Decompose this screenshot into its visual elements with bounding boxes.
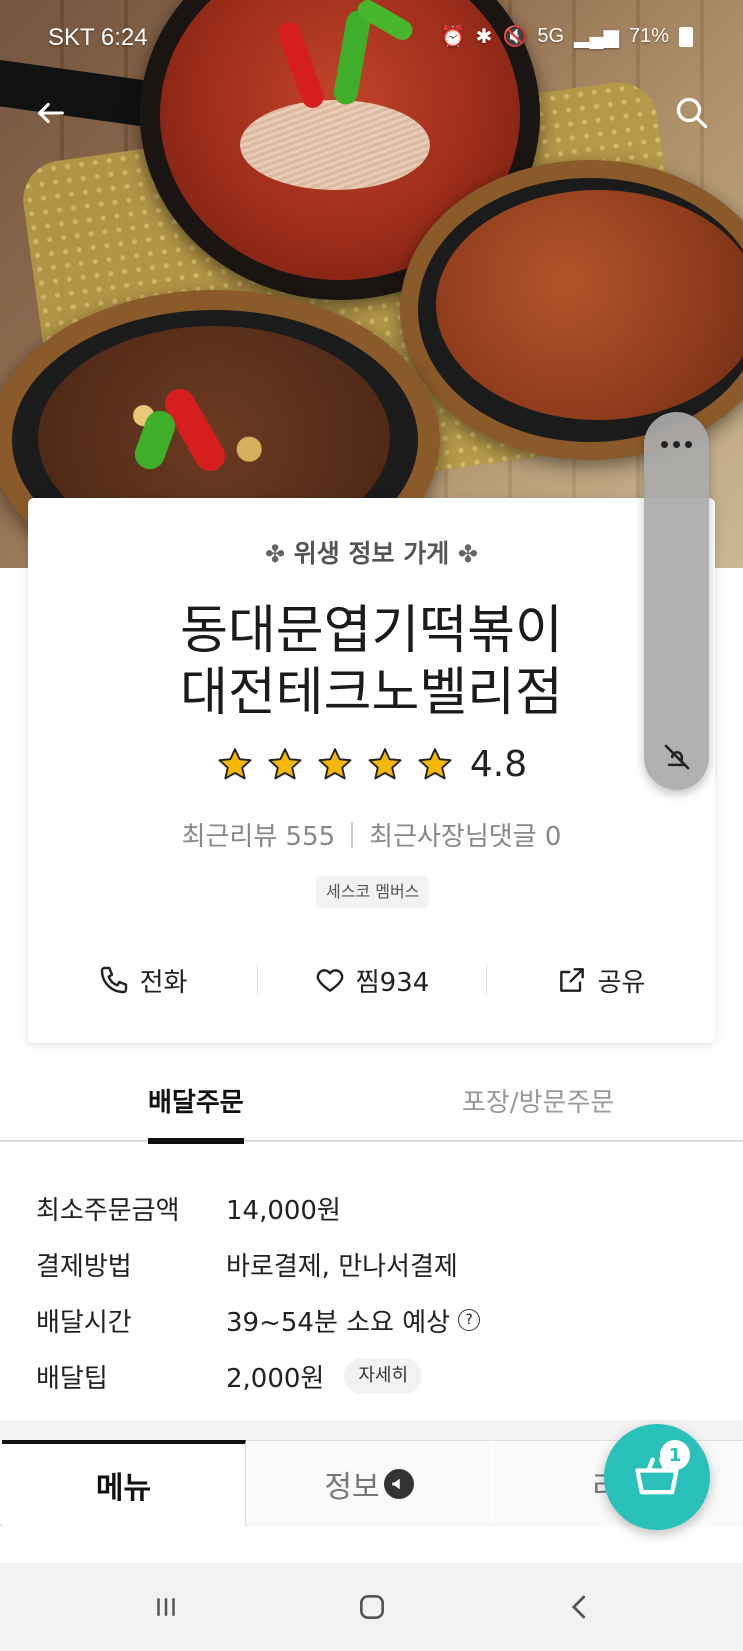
- battery-icon: [679, 26, 693, 47]
- store-name: 동대문엽기떡볶이 대전테크노벨리점: [28, 600, 715, 724]
- hygiene-label: 위생 정보 가게: [293, 539, 450, 568]
- info-label: 배달시간: [36, 1307, 132, 1338]
- network-label: 5G: [537, 25, 565, 47]
- bluetooth-icon: ✱: [475, 26, 493, 48]
- info-label: 결제방법: [36, 1251, 132, 1282]
- call-button[interactable]: 전화: [28, 938, 257, 1022]
- call-label: 전화: [139, 967, 188, 998]
- tab-info-label: 정보: [324, 1469, 380, 1505]
- star-icon: [318, 747, 352, 779]
- info-row-delivery-time: 배달시간 39~54분 소요 예상 ?: [36, 1292, 716, 1348]
- mute-icon[interactable]: [658, 738, 696, 776]
- recent-reviews-link[interactable]: 최근리뷰 555: [182, 816, 336, 853]
- megaphone-icon: [383, 1468, 414, 1499]
- info-row-delivery-tip: 배달팁 2,000원 자세히: [36, 1348, 716, 1404]
- chevron-left-icon: [571, 1595, 586, 1619]
- mute-icon: 🔇: [502, 26, 528, 48]
- info-row-min-order: 최소주문금액 14,000원: [36, 1180, 716, 1236]
- cesco-badge: 세스코 멤버스: [316, 876, 430, 908]
- system-navbar: [0, 1563, 743, 1651]
- share-icon: [559, 968, 584, 992]
- rating-stars: [216, 746, 454, 784]
- search-button[interactable]: [669, 90, 715, 136]
- store-info-card: ✤ 위생 정보 가게 ✤ 동대문엽기떡볶이 대전테크노벨리점 4.8 최근리뷰 …: [28, 498, 715, 1043]
- battery-label: 71%: [628, 25, 669, 47]
- system-back-button[interactable]: [560, 1587, 600, 1627]
- sparkle-icon: ✤: [264, 540, 286, 568]
- status-icons: ⏰ ✱ 🔇 5G ▂▄▆ 71%: [441, 24, 693, 49]
- cart-button[interactable]: 1: [604, 1424, 710, 1530]
- home-button[interactable]: [352, 1587, 392, 1627]
- alarm-icon: ⏰: [440, 26, 466, 48]
- status-bar: SKT 6:24 ⏰ ✱ 🔇 5G ▂▄▆ 71%: [0, 20, 743, 56]
- tab-info[interactable]: 정보: [247, 1440, 491, 1526]
- share-button[interactable]: 공유: [486, 938, 715, 1022]
- star-icon: [368, 747, 402, 779]
- store-name-line1: 동대문엽기떡볶이: [180, 601, 563, 661]
- tab-delivery[interactable]: 배달주문: [148, 1080, 244, 1144]
- star-icon: [418, 747, 452, 779]
- arrow-left-icon: [38, 102, 64, 124]
- rating-score: 4.8: [469, 744, 528, 785]
- recent-apps-button[interactable]: [146, 1587, 186, 1627]
- info-value: 2,000원: [226, 1363, 325, 1394]
- help-icon[interactable]: ?: [458, 1309, 481, 1331]
- store-rating[interactable]: 4.8: [28, 744, 715, 785]
- tip-detail-button[interactable]: 자세히: [344, 1358, 423, 1394]
- cart-count: 1: [660, 1440, 690, 1470]
- order-type-tabs: 배달주문 포장/방문주문: [0, 1080, 743, 1144]
- tab-menu[interactable]: 메뉴: [2, 1440, 246, 1526]
- star-icon: [268, 747, 302, 779]
- tab-pickup[interactable]: 포장/방문주문: [462, 1080, 614, 1142]
- info-value: 바로결제, 만나서결제: [226, 1251, 458, 1282]
- like-button[interactable]: 찜934: [257, 938, 486, 1022]
- star-icon: [218, 747, 252, 779]
- recent-apps-icon: [157, 1598, 175, 1616]
- info-value: 14,000원: [226, 1195, 341, 1226]
- like-label: 찜934: [355, 967, 430, 998]
- signal-icon: ▂▄▆: [574, 26, 619, 48]
- phone-icon: [100, 966, 127, 994]
- delivery-info: 최소주문금액 14,000원 결제방법 바로결제, 만나서결제 배달시간 39~…: [36, 1180, 716, 1404]
- info-value-wrap: 39~54분 소요 예상 ?: [226, 1302, 481, 1339]
- heart-icon: [316, 969, 344, 992]
- hygiene-info[interactable]: ✤ 위생 정보 가게 ✤: [28, 534, 715, 570]
- search-icon: [676, 97, 708, 129]
- noodles: [240, 100, 430, 190]
- info-label: 배달팁: [36, 1363, 108, 1394]
- info-value-wrap: 2,000원 자세히: [226, 1358, 423, 1395]
- divider: [351, 821, 354, 848]
- info-label: 최소주문금액: [36, 1195, 180, 1226]
- share-label: 공유: [597, 967, 646, 998]
- owner-replies-link[interactable]: 최근사장님댓글 0: [369, 816, 561, 853]
- store-name-line2: 대전테크노벨리점: [180, 663, 563, 723]
- store-hero-image: [0, 0, 743, 568]
- store-actions: 전화 찜934 공유: [28, 938, 715, 1022]
- sparkle-icon: ✤: [457, 540, 479, 568]
- more-icon[interactable]: [644, 432, 709, 456]
- info-value: 39~54분 소요 예상: [226, 1307, 451, 1338]
- floating-tool-panel[interactable]: [644, 412, 709, 790]
- review-summary: 최근리뷰 555 최근사장님댓글 0: [28, 816, 715, 853]
- back-button[interactable]: [28, 90, 74, 136]
- bulgogi: [436, 190, 743, 420]
- status-time: SKT 6:24: [48, 24, 148, 51]
- info-row-payment: 결제방법 바로결제, 만나서결제: [36, 1236, 716, 1292]
- home-icon: [360, 1595, 384, 1619]
